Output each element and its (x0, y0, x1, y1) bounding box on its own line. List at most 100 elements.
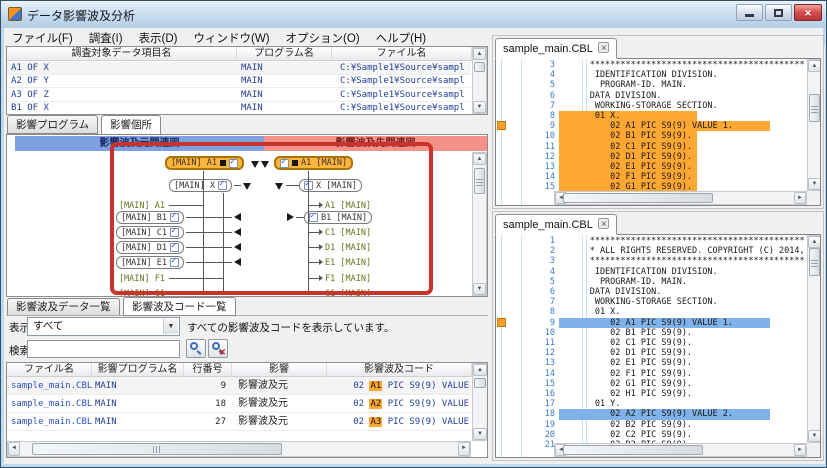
checkbox-checked[interactable] (309, 211, 318, 222)
tab-impact-code-list[interactable]: 影響波及コード一覧 (123, 297, 236, 316)
tab-close-icon[interactable] (597, 215, 609, 235)
scroll-thumb[interactable] (474, 168, 485, 194)
expand-arrow-icon[interactable] (243, 183, 251, 190)
table-row[interactable]: A1 OF X MAIN C:¥Sample1¥Source¥sampl (7, 62, 471, 75)
scroll-left-button[interactable]: ◄ (8, 442, 20, 456)
display-filter-combobox[interactable]: すべて ▼ (27, 317, 180, 336)
editor-tab[interactable]: sample_main.CBL (495, 214, 617, 235)
diagram-node-label[interactable]: E1 [MAIN] (325, 258, 371, 268)
scroll-up-button[interactable]: ▲ (808, 236, 820, 248)
tab-impact-data-list[interactable]: 影響波及データ一覧 (7, 298, 120, 316)
diagram-node-box[interactable]: [MAIN] X (169, 179, 232, 192)
code-editor-area[interactable]: 3 **************************************… (495, 58, 821, 206)
close-button[interactable]: ✕ (794, 4, 822, 21)
diagram-node-label[interactable]: [MAIN] F1 (119, 274, 165, 284)
checkbox-checked[interactable] (229, 157, 238, 168)
maximize-button[interactable] (765, 4, 792, 21)
expand-arrow-icon[interactable] (251, 161, 259, 168)
scroll-up-button[interactable]: ▲ (808, 60, 820, 72)
column-header[interactable]: プログラム名 (237, 47, 332, 61)
table-row[interactable]: A2 OF Y MAIN C:¥Sample1¥Source¥sampl (7, 75, 471, 89)
search-button[interactable] (186, 339, 206, 358)
table-row[interactable]: A3 OF Z MAIN C:¥Sample1¥Source¥sampl (7, 89, 471, 102)
checkbox-checked[interactable] (280, 157, 289, 168)
scroll-thumb[interactable] (32, 443, 282, 455)
diagram-node-label[interactable]: C1 [MAIN] (325, 228, 371, 238)
diagram-node-label[interactable]: F1 [MAIN] (325, 274, 371, 284)
code-table-hscrollbar[interactable]: ◄ ► (7, 441, 471, 457)
menu-item[interactable]: ファイル(F) (4, 28, 81, 46)
diagram-node-box[interactable]: [MAIN] B1 (115, 211, 184, 224)
table-row[interactable]: B1 OF X MAIN C:¥Sample1¥Source¥sampl (7, 102, 471, 114)
diagram-node-label[interactable]: D1 [MAIN] (325, 243, 371, 253)
diagram-node-box[interactable]: A1 [MAIN] (274, 156, 354, 170)
expand-arrow-icon[interactable] (234, 258, 241, 266)
column-header[interactable]: 調査対象データ項目名 (7, 47, 237, 61)
scroll-right-button[interactable]: ► (458, 442, 470, 456)
diagram-node-label[interactable]: [MAIN] G1 (119, 289, 165, 296)
table-row[interactable]: sample_main.CBL MAIN 9 影響波及元 02 A1 PIC S9(9)… (7, 377, 471, 395)
code-editor-area[interactable]: 1 **************************************… (495, 234, 821, 458)
minimize-button[interactable] (736, 4, 763, 21)
scroll-thumb[interactable] (563, 193, 713, 203)
target-table-scrollbar[interactable]: ▲ ▼ (472, 47, 487, 114)
column-header[interactable]: 影響 (232, 363, 327, 377)
expand-arrow-icon[interactable] (234, 243, 241, 251)
checkbox-checked[interactable] (170, 226, 179, 237)
scroll-thumb[interactable] (563, 445, 703, 455)
checkbox-checked[interactable] (218, 179, 227, 190)
chevron-down-icon[interactable]: ▼ (163, 319, 178, 334)
diagram-node-label[interactable]: A1 [MAIN] (325, 201, 371, 211)
scroll-thumb[interactable] (809, 248, 820, 276)
editor-hscrollbar[interactable]: ◄ ► (554, 191, 807, 205)
tab-close-icon[interactable] (597, 39, 609, 59)
checkbox-checked[interactable] (170, 211, 179, 222)
scroll-up-button[interactable]: ▲ (473, 364, 487, 376)
menu-item[interactable]: オプション(O) (278, 28, 368, 46)
scroll-down-button[interactable]: ▼ (808, 178, 820, 190)
column-header[interactable]: 影響プログラム名 (92, 363, 184, 377)
checkbox-checked[interactable] (170, 241, 179, 252)
diagram-node-box[interactable]: [MAIN] A1 (164, 156, 244, 170)
title-bar[interactable]: データ影響波及分析 ✕ (1, 1, 826, 28)
column-header[interactable]: 影響波及コード (327, 363, 472, 377)
scroll-thumb[interactable] (809, 94, 820, 122)
scroll-up-button[interactable]: ▲ (473, 153, 486, 165)
menu-item[interactable]: ウィンドウ(W) (186, 28, 278, 46)
column-header[interactable]: 行番号 (184, 363, 232, 377)
table-row[interactable]: sample_main.CBL MAIN 18 影響波及元 02 A2 PIC S9(9… (7, 395, 471, 413)
menu-item[interactable]: 表示(D) (131, 28, 186, 46)
scroll-right-button[interactable]: ► (794, 192, 806, 204)
scroll-thumb[interactable] (474, 378, 486, 388)
menu-item[interactable]: 調査(I) (81, 28, 131, 46)
scroll-right-button[interactable]: ► (794, 444, 806, 456)
editor-tab[interactable]: sample_main.CBL (495, 38, 617, 59)
editor-hscrollbar[interactable]: ◄ ► (554, 443, 807, 457)
table-row[interactable]: sample_main.CBL MAIN 27 影響波及元 02 A3 PIC S9(9… (7, 413, 471, 431)
expand-arrow-icon[interactable] (234, 213, 241, 221)
diagram-node-box[interactable]: B1 [MAIN] (304, 211, 373, 224)
scroll-down-button[interactable]: ▼ (473, 101, 486, 113)
diagram-node-box[interactable]: [MAIN] D1 (115, 241, 184, 254)
diagram-node-label[interactable]: [MAIN] A1 (119, 201, 165, 211)
diagram-node-box[interactable]: [MAIN] E1 (115, 256, 184, 269)
diagram-node-box[interactable]: [MAIN] C1 (115, 226, 184, 239)
expand-arrow-icon[interactable] (261, 161, 269, 168)
diagram-scrollbar[interactable]: ▲ ▼ (472, 152, 487, 296)
editor-vscrollbar[interactable]: ▲ ▼ (807, 59, 820, 191)
tab-impact-location[interactable]: 影響個所 (101, 115, 161, 135)
expand-arrow-icon[interactable] (275, 183, 283, 190)
column-header[interactable]: ファイル名 (7, 363, 92, 377)
search-input[interactable] (27, 340, 180, 358)
menu-item[interactable]: ヘルプ(H) (368, 28, 434, 46)
scroll-thumb[interactable] (474, 62, 485, 72)
checkbox-checked[interactable] (170, 256, 179, 267)
tab-impact-program[interactable]: 影響プログラム (7, 115, 99, 134)
diagram-node-label[interactable]: G1 [MAIN] (325, 289, 371, 296)
clear-search-button[interactable]: ✕ (208, 339, 228, 358)
expand-arrow-icon[interactable] (234, 228, 241, 236)
expand-arrow-icon[interactable] (287, 213, 294, 221)
scroll-down-button[interactable]: ▼ (808, 430, 820, 442)
column-header[interactable]: ファイル名 (332, 47, 472, 61)
scroll-down-button[interactable]: ▼ (473, 283, 486, 295)
